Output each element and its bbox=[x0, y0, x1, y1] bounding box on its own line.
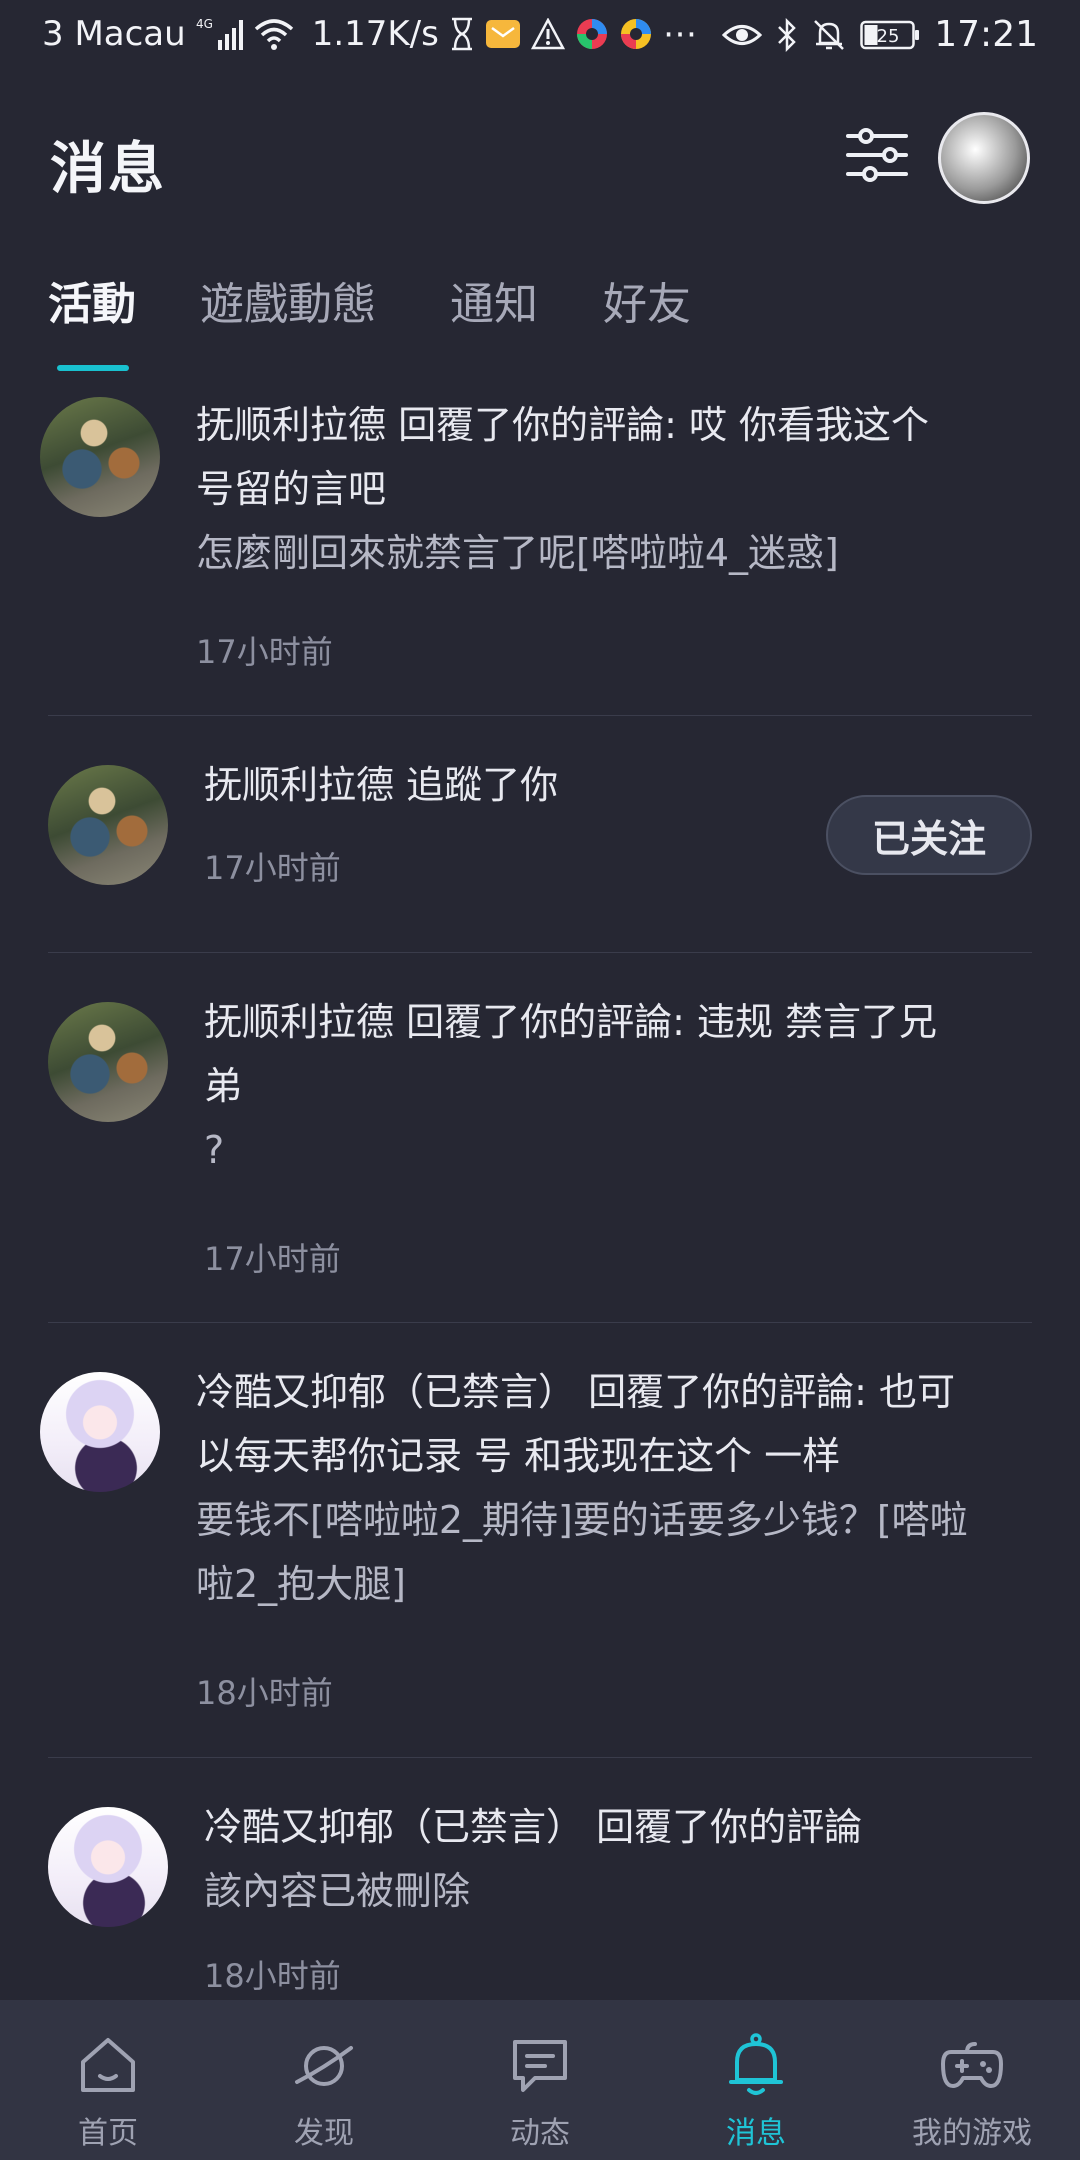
item-line: 以每天帮你记录 号 和我现在这个 一样 bbox=[196, 1434, 841, 1478]
nav-home[interactable]: 首页 bbox=[0, 2000, 216, 2160]
nav-label: 发现 bbox=[294, 2116, 354, 2151]
list-item[interactable]: 抚顺利拉德 回覆了你的評論: 哎 你看我这个 号留的言吧 怎麼剛回來就禁言了呢[… bbox=[0, 385, 1080, 716]
item-text: 冷酷又抑郁（已禁言） 回覆了你的評論 該內容已被刪除 bbox=[204, 1795, 862, 1923]
nav-discover[interactable]: 发现 bbox=[216, 2000, 432, 2160]
network-type-label: 4G bbox=[196, 17, 213, 31]
timestamp: 18小时前 bbox=[196, 1674, 333, 1712]
item-line: 啦2_抱大腿] bbox=[196, 1562, 407, 1606]
list-item[interactable]: 冷酷又抑郁（已禁言） 回覆了你的評論 該內容已被刪除 18小时前 bbox=[0, 1757, 1080, 2000]
nav-label: 首页 bbox=[78, 2116, 138, 2151]
status-left: 3 Macau 4G 1.17K/s ⋯ bbox=[42, 14, 697, 54]
item-line: 該內容已被刪除 bbox=[204, 1869, 471, 1913]
network-speed: 1.17K/s bbox=[311, 14, 439, 54]
tab-bar: 活動 遊戲動態 通知 好友 bbox=[0, 270, 1080, 380]
eye-icon bbox=[722, 20, 763, 50]
item-line: 弟 bbox=[204, 1064, 243, 1108]
mute-bell-icon bbox=[812, 18, 846, 52]
hourglass-icon bbox=[449, 17, 475, 51]
more-notifications-icon: ⋯ bbox=[662, 14, 697, 54]
nav-label: 我的游戏 bbox=[912, 2116, 1032, 2151]
mail-icon bbox=[485, 17, 521, 51]
gamepad-icon bbox=[941, 2042, 1003, 2088]
header: 消息 bbox=[0, 100, 1080, 220]
item-line: 怎麼剛回來就禁言了呢[嗒啦啦4_迷惑] bbox=[196, 531, 839, 575]
item-line: 抚顺利拉德 回覆了你的評論: 违规 禁言了兄 bbox=[204, 1000, 938, 1044]
item-line: 号留的言吧 bbox=[196, 467, 387, 511]
nav-label: 动态 bbox=[510, 2116, 570, 2151]
item-line: 抚顺利拉德 回覆了你的評論: 哎 你看我这个 bbox=[196, 403, 930, 447]
status-bar: 3 Macau 4G 1.17K/s ⋯ 25 17:21 bbox=[0, 0, 1080, 72]
page-title: 消息 bbox=[50, 137, 166, 202]
following-button[interactable]: 已关注 bbox=[826, 795, 1032, 875]
item-line: 冷酷又抑郁（已禁言） 回覆了你的評論 bbox=[204, 1805, 863, 1849]
item-text: 冷酷又抑郁（已禁言） 回覆了你的評論: 也可 以每天帮你记录 号 和我现在这个 … bbox=[196, 1360, 968, 1616]
carrier-label: 3 Macau bbox=[42, 14, 186, 54]
tab-game-updates[interactable]: 遊戲動態 bbox=[200, 270, 376, 340]
wifi-icon bbox=[254, 17, 294, 51]
nav-feed[interactable]: 动态 bbox=[432, 2000, 648, 2160]
item-text: 抚顺利拉德 回覆了你的評論: 违规 禁言了兄 弟 ? bbox=[204, 990, 937, 1182]
signal-icon: 4G bbox=[196, 16, 244, 52]
bluetooth-icon bbox=[776, 17, 798, 52]
item-line: 冷酷又抑郁（已禁言） 回覆了你的評論: 也可 bbox=[196, 1370, 955, 1414]
timestamp: 18小时前 bbox=[204, 1957, 341, 1995]
item-line: ? bbox=[204, 1128, 225, 1172]
user-avatar[interactable] bbox=[40, 1372, 160, 1492]
item-line: 要钱不[嗒啦啦2_期待]要的话要多少钱？[嗒啦 bbox=[196, 1498, 968, 1542]
list-item[interactable]: 抚顺利拉德 回覆了你的評論: 违规 禁言了兄 弟 ? 17小时前 bbox=[0, 952, 1080, 1323]
status-right: 25 17:21 bbox=[722, 14, 1038, 55]
battery-level: 25 bbox=[877, 26, 900, 47]
app-notification-icon-2 bbox=[619, 17, 653, 51]
item-text: 抚顺利拉德 追蹤了你 bbox=[204, 753, 558, 817]
timestamp: 17小时前 bbox=[204, 849, 341, 887]
nav-my-games[interactable]: 我的游戏 bbox=[864, 2000, 1080, 2160]
nav-messages[interactable]: 消息 bbox=[648, 2000, 864, 2160]
active-tab-indicator bbox=[57, 365, 129, 371]
profile-avatar-button[interactable] bbox=[938, 112, 1030, 204]
bottom-navigation: 首页 发现 动态 消息 我的游戏 bbox=[0, 2000, 1080, 2160]
list-item[interactable]: 抚顺利拉德 追蹤了你 17小时前 已关注 bbox=[0, 715, 1080, 953]
sliders-icon bbox=[846, 128, 908, 182]
user-avatar[interactable] bbox=[40, 397, 160, 517]
chat-icon bbox=[513, 2040, 567, 2092]
planet-icon bbox=[295, 2046, 353, 2086]
user-avatar[interactable] bbox=[48, 765, 168, 885]
user-avatar[interactable] bbox=[48, 1807, 168, 1927]
tab-friends[interactable]: 好友 bbox=[603, 270, 691, 340]
activity-feed[interactable]: 抚顺利拉德 回覆了你的評論: 哎 你看我这个 号留的言吧 怎麼剛回來就禁言了呢[… bbox=[0, 385, 1080, 2000]
tab-notifications[interactable]: 通知 bbox=[450, 270, 538, 340]
list-item[interactable]: 冷酷又抑郁（已禁言） 回覆了你的評論: 也可 以每天帮你记录 号 和我现在这个 … bbox=[0, 1322, 1080, 1758]
tab-activity[interactable]: 活動 bbox=[48, 270, 136, 340]
user-avatar[interactable] bbox=[48, 1002, 168, 1122]
app-notification-icon bbox=[575, 17, 609, 51]
bell-icon bbox=[729, 2033, 783, 2095]
filter-button[interactable] bbox=[842, 120, 912, 190]
home-icon bbox=[81, 2038, 135, 2092]
item-line: 抚顺利拉德 追蹤了你 bbox=[204, 763, 559, 807]
battery-icon: 25 bbox=[860, 19, 920, 51]
clock: 17:21 bbox=[934, 14, 1038, 55]
item-text: 抚顺利拉德 回覆了你的評論: 哎 你看我这个 号留的言吧 怎麼剛回來就禁言了呢[… bbox=[196, 393, 929, 585]
timestamp: 17小时前 bbox=[204, 1240, 341, 1278]
nav-label: 消息 bbox=[726, 2116, 786, 2151]
warning-icon bbox=[530, 18, 565, 50]
timestamp: 17小时前 bbox=[196, 633, 333, 671]
